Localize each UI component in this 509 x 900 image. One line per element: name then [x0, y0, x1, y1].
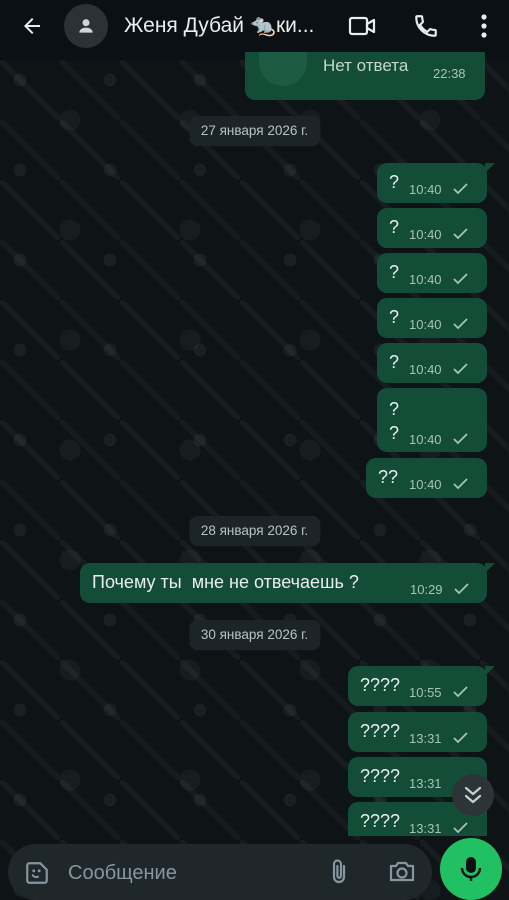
message-text: ? ?	[389, 399, 400, 443]
paperclip-icon[interactable]	[328, 858, 352, 886]
date-separator: 28 января 2026 г.	[188, 516, 321, 546]
message-time: 10:40	[409, 182, 442, 197]
message-time: 13:31	[409, 776, 442, 791]
double-chevron-down-icon	[464, 786, 482, 804]
contact-name[interactable]: Женя Дубай 🐀ки...	[124, 14, 324, 38]
message-time: 22:38	[433, 66, 466, 81]
more-vert-icon[interactable]	[466, 8, 502, 44]
call-icon	[259, 46, 307, 86]
message-text: ?	[389, 262, 400, 282]
check-icon	[453, 478, 468, 490]
message-text: ????	[360, 766, 401, 786]
check-icon	[453, 228, 468, 240]
message-text: ????	[360, 675, 401, 695]
back-arrow-icon[interactable]	[16, 10, 48, 42]
message-text: ?	[389, 307, 400, 327]
check-icon	[453, 318, 468, 330]
message-time: 10:40	[409, 227, 442, 242]
check-icon	[453, 433, 468, 445]
message-bubble[interactable]: ? 10:40	[377, 208, 487, 248]
message-text: Нет ответа	[323, 56, 409, 75]
camera-icon[interactable]	[388, 858, 416, 884]
message-text: ?	[389, 172, 400, 192]
message-bubble[interactable]: Почему ты мне не отвечаешь ? 10:29	[80, 563, 495, 603]
message-time: 10:55	[409, 685, 442, 700]
sticker-icon[interactable]	[24, 860, 50, 886]
message-bubble[interactable]: ???? 10:55	[348, 666, 495, 706]
phone-icon[interactable]	[408, 8, 444, 44]
message-time: 10:40	[409, 362, 442, 377]
message-time: 10:40	[409, 477, 442, 492]
avatar[interactable]	[64, 4, 108, 48]
check-icon	[453, 363, 468, 375]
message-bubble[interactable]: ? 10:40	[377, 253, 487, 293]
message-bubble[interactable]: ? ? 10:40	[377, 388, 487, 452]
message-text: ??	[378, 467, 399, 487]
video-call-icon[interactable]	[344, 8, 380, 44]
message-composer	[8, 844, 432, 900]
message-time: 10:29	[410, 582, 443, 597]
message-bubble[interactable]: ? 10:40	[377, 298, 487, 338]
message-time: 10:40	[409, 432, 442, 447]
message-text: Почему ты мне не отвечаешь ?	[92, 572, 359, 592]
check-icon	[453, 686, 468, 698]
message-text: ????	[360, 721, 401, 741]
check-icon	[453, 273, 468, 285]
message-bubble[interactable]: ? 10:40	[377, 343, 487, 383]
chat-header: Женя Дубай 🐀ки...	[0, 0, 509, 52]
message-time: 13:31	[409, 821, 442, 836]
message-time: 10:40	[409, 317, 442, 332]
message-text: ?	[389, 352, 400, 372]
check-icon	[453, 732, 468, 744]
message-text: ?	[389, 217, 400, 237]
date-separator: 27 января 2026 г.	[188, 116, 321, 146]
message-time: 13:31	[409, 731, 442, 746]
message-time: 10:40	[409, 272, 442, 287]
message-bubble[interactable]: ???? 13:31	[348, 712, 487, 752]
scroll-to-bottom-button[interactable]	[452, 774, 494, 816]
check-icon	[453, 183, 468, 195]
avatar-icon	[79, 19, 93, 33]
message-text: ????	[360, 811, 401, 831]
message-bubble[interactable]: ? 10:40	[377, 163, 495, 203]
message-input[interactable]	[66, 856, 310, 890]
check-icon	[453, 822, 468, 834]
check-icon	[454, 583, 469, 595]
date-separator: 30 января 2026 г.	[188, 620, 321, 650]
mic-button[interactable]	[440, 838, 502, 900]
message-bubble[interactable]: ?? 10:40	[366, 458, 487, 498]
microphone-icon	[460, 857, 482, 881]
